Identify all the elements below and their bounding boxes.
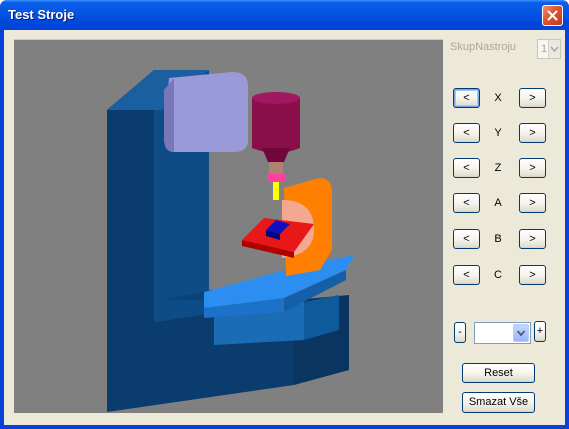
x-axis-label: X (494, 92, 502, 104)
window-title: Test Stroje (8, 7, 75, 22)
b-plus-button[interactable]: > (519, 229, 546, 249)
tool-group-value: 1 (541, 43, 548, 55)
machine-model (107, 70, 354, 412)
c-axis-label: C (494, 269, 502, 281)
y-minus-button[interactable]: < (453, 123, 480, 143)
tool-group-label: SkupNastroju (450, 41, 517, 53)
tool-group-select[interactable]: 1 (537, 39, 561, 59)
y-axis-label: Y (494, 127, 502, 139)
reset-button[interactable]: Reset (462, 363, 535, 383)
close-button[interactable] (542, 5, 563, 26)
app-window: Test Stroje SkupNastroju 1 < X > < Y > <… (0, 0, 569, 429)
spindle-housing (164, 72, 248, 152)
y-plus-button[interactable]: > (519, 123, 546, 143)
b-minus-button[interactable]: < (453, 229, 480, 249)
title-bar[interactable]: Test Stroje (0, 0, 569, 30)
step-increase-button[interactable]: + (534, 321, 546, 342)
chevron-down-icon (513, 324, 529, 342)
spindle-top (252, 92, 300, 104)
tool-holder-ring (267, 174, 285, 182)
b-axis-label: B (494, 233, 502, 245)
spindle-housing-shade (164, 78, 174, 152)
spindle-nose (262, 148, 290, 162)
x-minus-button[interactable]: < (453, 88, 480, 108)
a-minus-button[interactable]: < (453, 193, 480, 213)
c-minus-button[interactable]: < (453, 265, 480, 285)
a-axis-label: A (494, 197, 502, 209)
c-plus-button[interactable]: > (519, 265, 546, 285)
close-icon (547, 10, 558, 21)
step-decrease-button[interactable]: - (454, 322, 466, 343)
step-select[interactable] (474, 322, 531, 344)
clear-all-button[interactable]: Smazat Vše (462, 392, 535, 413)
machine-3d-viewport[interactable] (14, 39, 443, 413)
cutting-tool (273, 182, 279, 200)
z-plus-button[interactable]: > (519, 158, 546, 178)
tool-holder (269, 162, 283, 174)
client-area: SkupNastroju 1 < X > < Y > < Z > < A > <… (4, 30, 565, 425)
z-minus-button[interactable]: < (453, 158, 480, 178)
chevron-down-icon (548, 40, 560, 58)
a-plus-button[interactable]: > (519, 193, 546, 213)
z-axis-label: Z (494, 162, 502, 174)
x-plus-button[interactable]: > (519, 88, 546, 108)
